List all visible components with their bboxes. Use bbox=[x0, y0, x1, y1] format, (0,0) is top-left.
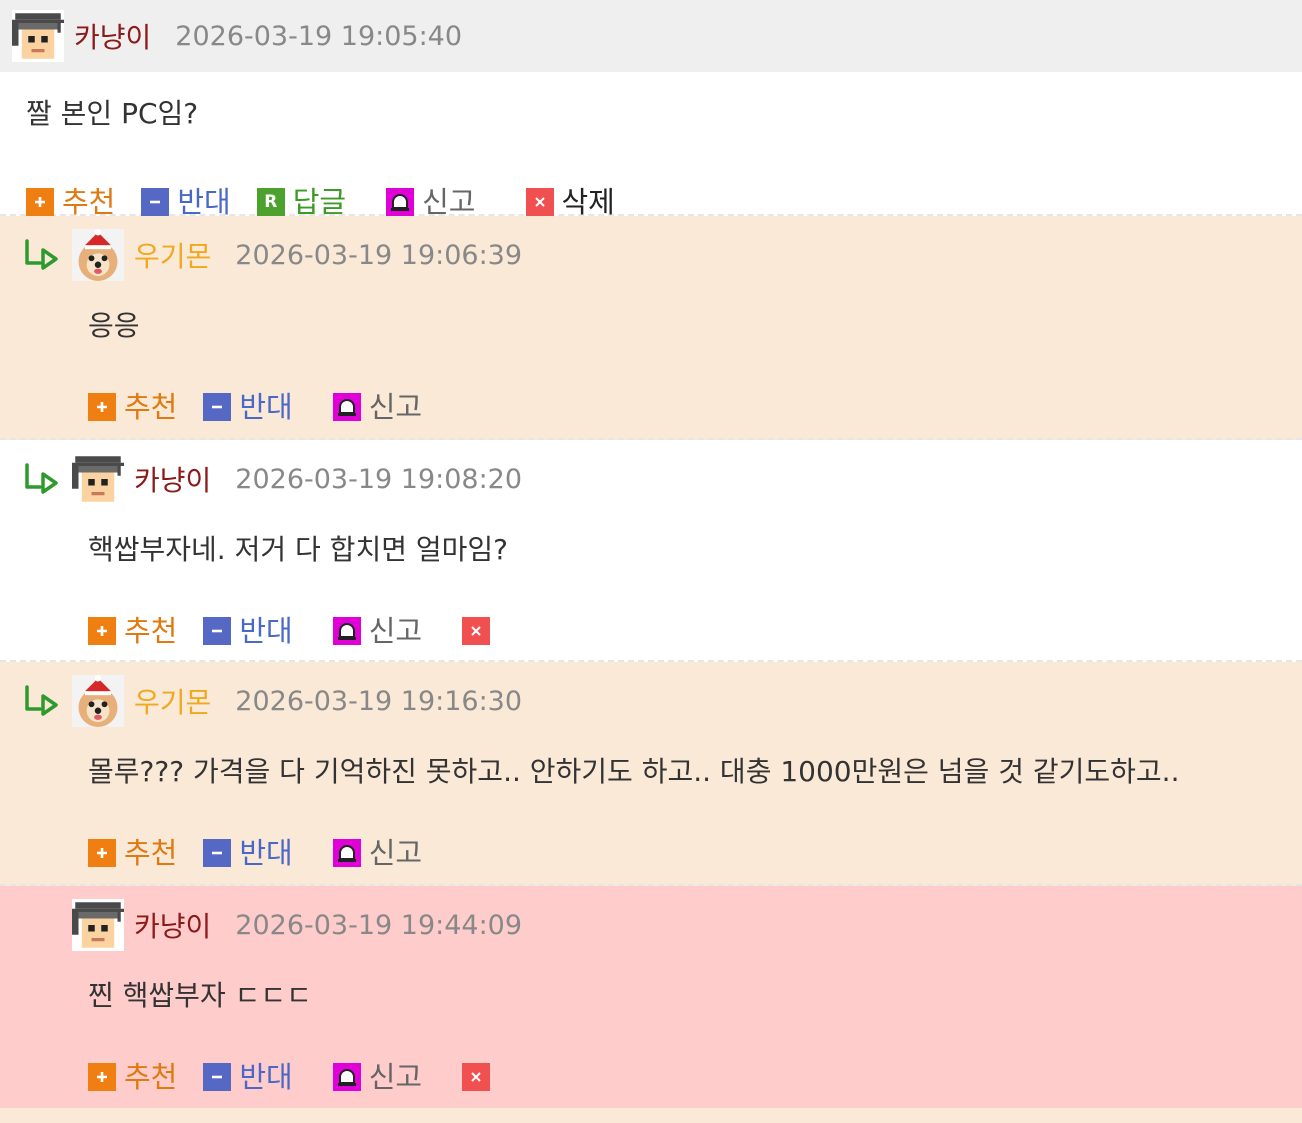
nickname[interactable]: 카냥이 bbox=[74, 16, 151, 56]
report-button[interactable]: 신고 bbox=[332, 613, 423, 648]
oppose-button[interactable]: 반대 bbox=[203, 613, 293, 648]
comment-text: 찐 핵쌉부자 ㄷㄷㄷ bbox=[88, 979, 312, 1012]
recommend-label: 추천 bbox=[62, 184, 116, 219]
oppose-label: 반대 bbox=[239, 613, 293, 648]
comment-item: 카냥이 2026-03-19 19:44:09 찐 핵쌉부자 ㄷㄷㄷ 추천 반대… bbox=[0, 886, 1302, 1108]
delete-button[interactable] bbox=[462, 617, 498, 645]
comment-actions: 추천 반대 신고 bbox=[0, 362, 1302, 442]
comment-header: 카냥이 2026-03-19 19:08:20 bbox=[0, 440, 1302, 518]
close-icon bbox=[462, 617, 491, 645]
report-label: 신고 bbox=[368, 835, 423, 870]
close-icon bbox=[462, 1063, 491, 1091]
siren-icon bbox=[332, 617, 361, 645]
reply-arrow-icon bbox=[22, 462, 60, 496]
reply-button[interactable]: R 답글 bbox=[256, 184, 347, 219]
delete-button[interactable] bbox=[462, 1063, 498, 1091]
delete-button[interactable]: 삭제 bbox=[525, 184, 615, 219]
recommend-button[interactable]: 추천 bbox=[88, 389, 178, 424]
reply-arrow-icon bbox=[22, 238, 60, 272]
recommend-button[interactable]: 추천 bbox=[88, 1059, 178, 1094]
oppose-button[interactable]: 반대 bbox=[203, 389, 293, 424]
comment-item: 우기몬 2026-03-19 19:16:30 몰루??? 가격을 다 기억하진… bbox=[0, 662, 1302, 886]
avatar[interactable] bbox=[12, 10, 64, 62]
recommend-label: 추천 bbox=[124, 613, 178, 648]
comment-item: 우기몬 2026-03-19 19:06:39 응응 추천 반대 신고 bbox=[0, 216, 1302, 440]
comment-text: 짤 본인 PC임? bbox=[26, 97, 199, 130]
recommend-button[interactable]: 추천 bbox=[88, 835, 178, 870]
reply-r-icon: R bbox=[256, 188, 285, 216]
plus-icon bbox=[88, 1063, 116, 1091]
comment-actions: 추천 반대 신고 bbox=[0, 808, 1302, 888]
avatar[interactable] bbox=[72, 675, 124, 727]
oppose-label: 반대 bbox=[177, 184, 231, 219]
siren-icon bbox=[332, 1063, 361, 1091]
recommend-label: 추천 bbox=[124, 389, 178, 424]
comment-header: 우기몬 2026-03-19 19:16:30 bbox=[0, 662, 1302, 740]
comment-text: 응응 bbox=[88, 309, 140, 342]
oppose-button[interactable]: 반대 bbox=[203, 835, 293, 870]
siren-icon bbox=[332, 839, 361, 867]
timestamp: 2026-03-19 19:06:39 bbox=[235, 239, 523, 271]
siren-icon bbox=[332, 393, 361, 421]
plus-icon bbox=[88, 617, 116, 645]
report-button[interactable]: 신고 bbox=[332, 389, 423, 424]
comment-actions: 추천 반대 신고 bbox=[0, 586, 1302, 666]
oppose-button[interactable]: 반대 bbox=[203, 1059, 293, 1094]
recommend-label: 추천 bbox=[124, 835, 178, 870]
minus-icon bbox=[141, 188, 170, 216]
recommend-label: 추천 bbox=[124, 1059, 178, 1094]
close-icon bbox=[525, 188, 554, 216]
plus-icon bbox=[26, 188, 54, 216]
nickname[interactable]: 우기몬 bbox=[134, 235, 211, 275]
plus-icon bbox=[88, 839, 116, 867]
avatar[interactable] bbox=[72, 899, 124, 951]
oppose-label: 반대 bbox=[239, 389, 293, 424]
nickname[interactable]: 우기몬 bbox=[134, 681, 211, 721]
avatar[interactable] bbox=[72, 453, 124, 505]
comment-header: 우기몬 2026-03-19 19:06:39 bbox=[0, 216, 1302, 294]
minus-icon bbox=[203, 617, 232, 645]
minus-icon bbox=[203, 393, 232, 421]
recommend-button[interactable]: 추천 bbox=[26, 184, 116, 219]
minus-icon bbox=[203, 1063, 232, 1091]
oppose-label: 반대 bbox=[239, 1059, 293, 1094]
report-button[interactable]: 신고 bbox=[332, 1059, 423, 1094]
nickname[interactable]: 카냥이 bbox=[134, 905, 211, 945]
avatar[interactable] bbox=[72, 229, 124, 281]
reply-arrow-icon bbox=[22, 684, 60, 718]
comment-thread: 카냥이 2026-03-19 19:05:40 짤 본인 PC임? 추천 반대 … bbox=[0, 0, 1302, 1123]
report-label: 신고 bbox=[368, 389, 423, 424]
comment-item: 카냥이 2026-03-19 19:05:40 짤 본인 PC임? 추천 반대 … bbox=[0, 0, 1302, 216]
oppose-label: 반대 bbox=[239, 835, 293, 870]
minus-icon bbox=[203, 839, 232, 867]
plus-icon bbox=[88, 393, 116, 421]
delete-label: 삭제 bbox=[561, 184, 615, 219]
report-label: 신고 bbox=[368, 1059, 423, 1094]
siren-icon bbox=[386, 188, 415, 216]
comment-text: 몰루??? 가격을 다 기억하진 못하고.. 안하기도 하고.. 대충 1000… bbox=[88, 755, 1180, 788]
report-label: 신고 bbox=[368, 613, 423, 648]
reply-label: 답글 bbox=[292, 184, 347, 219]
comment-actions: 추천 반대 신고 bbox=[0, 1032, 1302, 1112]
timestamp: 2026-03-19 19:08:20 bbox=[235, 463, 523, 495]
comment-header: 카냥이 2026-03-19 19:05:40 bbox=[0, 0, 1302, 72]
report-label: 신고 bbox=[422, 184, 476, 219]
nickname[interactable]: 카냥이 bbox=[134, 459, 211, 499]
comment-header: 카냥이 2026-03-19 19:44:09 bbox=[0, 886, 1302, 964]
oppose-button[interactable]: 반대 bbox=[141, 184, 231, 219]
report-button[interactable]: 신고 bbox=[332, 835, 423, 870]
timestamp: 2026-03-19 19:16:30 bbox=[235, 685, 523, 717]
timestamp: 2026-03-19 19:05:40 bbox=[175, 20, 463, 52]
comment-item: 카냥이 2026-03-19 19:08:20 핵쌉부자네. 저거 다 합치면 … bbox=[0, 440, 1302, 662]
report-button[interactable]: 신고 bbox=[386, 184, 476, 219]
comment-text: 핵쌉부자네. 저거 다 합치면 얼마임? bbox=[88, 533, 509, 566]
timestamp: 2026-03-19 19:44:09 bbox=[235, 909, 523, 941]
recommend-button[interactable]: 추천 bbox=[88, 613, 178, 648]
